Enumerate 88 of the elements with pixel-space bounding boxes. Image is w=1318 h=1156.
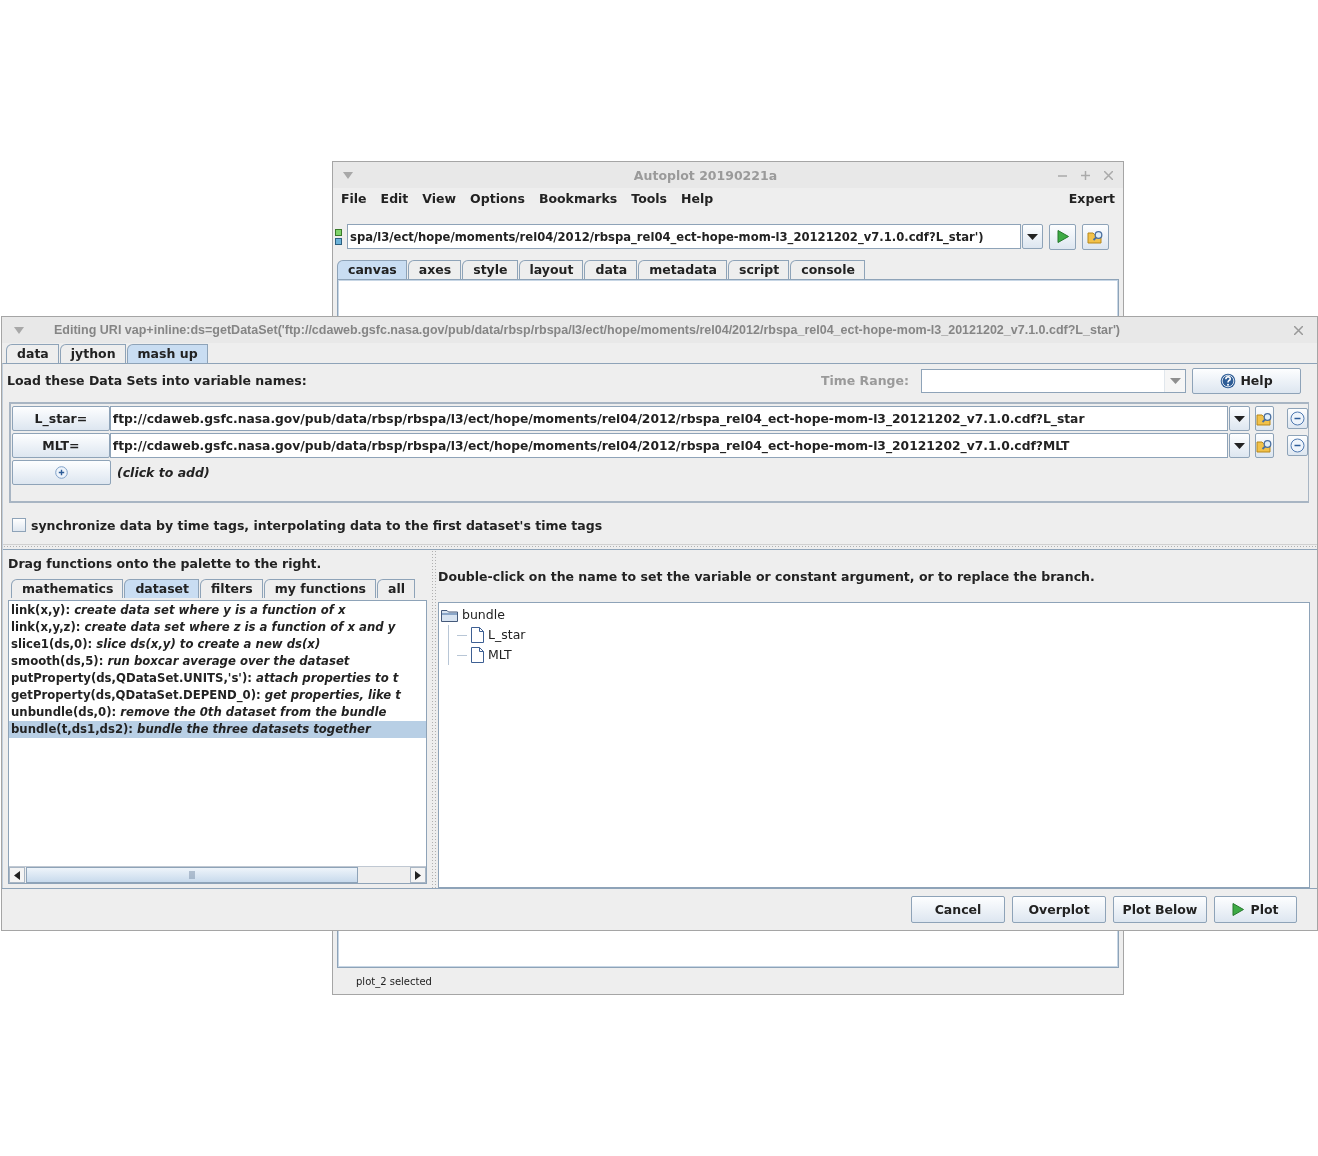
menu-item[interactable]: File: [341, 191, 367, 206]
dropdown-arrow-icon: [1233, 415, 1245, 422]
tab[interactable]: layout: [518, 260, 584, 279]
checkbox-label: synchronize data by time tags, interpolating data to the first dataset's time tags: [31, 517, 603, 533]
help-icon: [1220, 372, 1237, 389]
folder-search-icon: [1087, 228, 1104, 245]
tab[interactable]: jython: [59, 344, 126, 363]
window-title: Autoplot 20190221a: [632, 167, 779, 183]
uri-field[interactable]: ftp://cdaweb.gsfc.nasa.gov/pub/data/rbsp/rbspa/l3/ect/hope/moments/rel04/2012/rbspa_rel04_ect-hope-mom-l3_20121202_v7.1.0.cdf?MLT: [109, 433, 1228, 458]
plot-button[interactable]: Plot: [1214, 896, 1297, 923]
tree-item[interactable]: MLT: [488, 647, 512, 663]
remove-button[interactable]: [1287, 408, 1308, 429]
tab[interactable]: style: [462, 260, 518, 279]
palette-hint: Drag functions onto the palette to the right.: [8, 556, 323, 571]
palette-instructions: Double-click on the name to set the variable or constant argument, or to replace the branch.: [438, 568, 1095, 584]
folder-search-icon: [1255, 410, 1273, 427]
dropdown-arrow-icon: [1233, 442, 1245, 449]
tab[interactable]: data: [584, 260, 638, 279]
tab[interactable]: console: [790, 260, 865, 279]
variable-name-button[interactable]: MLT=: [12, 433, 110, 458]
time-range-label: Time Range:: [820, 373, 909, 388]
play-icon: [1232, 903, 1245, 916]
menu-item[interactable]: Expert: [1068, 191, 1115, 206]
checkbox[interactable]: [12, 518, 26, 532]
folder-search-icon: [1255, 437, 1273, 454]
section-label: Load these Data Sets into variable names:: [7, 373, 307, 388]
status-text: plot_2 selected: [356, 975, 432, 987]
browse-button[interactable]: [1254, 433, 1275, 458]
status-lights-icon: [335, 227, 343, 246]
tab[interactable]: data: [6, 344, 59, 363]
add-hint: (click to add): [117, 465, 210, 480]
function-item[interactable]: getProperty(ds,QDataSet.DEPEND_0): get properties, like t: [9, 687, 426, 704]
minus-icon: [1290, 438, 1306, 453]
plus-icon: [55, 466, 68, 479]
add-button[interactable]: [12, 460, 111, 485]
scroll-right-icon[interactable]: [415, 870, 421, 880]
grip-icon[interactable]: [189, 871, 195, 879]
function-item[interactable]: unbundle(ds,0): remove the 0th dataset from the bundle: [9, 704, 426, 721]
menu-item[interactable]: Edit: [380, 191, 409, 206]
tab[interactable]: dataset: [124, 579, 200, 598]
help-button[interactable]: Help: [1192, 367, 1301, 394]
horizontal-scrollbar[interactable]: [9, 866, 426, 883]
close-icon[interactable]: [1294, 325, 1303, 335]
dialog-button[interactable]: Cancel: [911, 896, 1005, 923]
tab[interactable]: mathematics: [11, 579, 124, 598]
uri-field[interactable]: ftp://cdaweb.gsfc.nasa.gov/pub/data/rbsp/rbspa/l3/ect/hope/moments/rel04/2012/rbspa_rel04_ect-hope-mom-l3_20121202_v7.1.0.cdf?L_star: [109, 406, 1228, 431]
document-icon: [471, 647, 484, 663]
function-item[interactable]: slice1(ds,0): slice ds(x,y) to create a new ds(x): [9, 636, 426, 653]
tab[interactable]: mash up: [126, 344, 208, 363]
uri-field[interactable]: spa/l3/ect/hope/moments/rel04/2012/rbspa_rel04_ect-hope-mom-l3_20121202_v7.1.0.cdf?L_star'): [347, 224, 1021, 249]
menu-item[interactable]: Tools: [631, 191, 668, 206]
function-item[interactable]: smooth(ds,5): run boxcar average over the dataset: [9, 653, 426, 670]
tab[interactable]: metadata: [638, 260, 727, 279]
browse-button[interactable]: [1254, 406, 1275, 431]
folder-icon: [441, 608, 458, 622]
remove-button[interactable]: [1287, 435, 1308, 456]
function-item[interactable]: link(x,y,z): create data set where z is a function of x and y: [9, 619, 426, 636]
plot-button[interactable]: [1049, 223, 1076, 250]
function-item[interactable]: link(x,y): create data set where y is a function of x: [9, 602, 426, 619]
tree-item[interactable]: bundle: [462, 607, 505, 623]
function-item[interactable]: putProperty(ds,QDataSet.UNITS,'s'): attach properties to t: [9, 670, 426, 687]
dropdown-button[interactable]: [1228, 406, 1250, 431]
menu-item[interactable]: Bookmarks: [538, 191, 618, 206]
menu-item[interactable]: View: [422, 191, 457, 206]
document-icon: [471, 627, 484, 643]
dialog-button[interactable]: Overplot: [1012, 896, 1106, 923]
time-range-combo[interactable]: [921, 368, 1186, 393]
play-icon: [1056, 230, 1069, 243]
function-item[interactable]: bundle(t,ds1,ds2): bundle the three datasets together: [9, 721, 426, 738]
dialog-title: Editing URI vap+inline:ds=getDataSet('ftp://cdaweb.gsfc.nasa.gov/pub/data/rbsp/rbspa/l3/ect/hope/moments/rel04/2012/rbspa_rel04_ect-hope-mom-l3_20121202_v7.1.0.cdf?L_star'): [53, 323, 1121, 337]
dropdown-arrow-icon: [1169, 377, 1181, 384]
tab[interactable]: all: [377, 579, 416, 598]
scroll-left-icon[interactable]: [14, 870, 20, 880]
tab[interactable]: axes: [407, 260, 462, 279]
variable-name-button[interactable]: L_star=: [12, 406, 110, 431]
minus-icon: [1290, 411, 1306, 426]
browse-button[interactable]: [1082, 223, 1109, 250]
tab[interactable]: script: [728, 260, 790, 279]
dialog-button[interactable]: Plot Below: [1113, 896, 1207, 923]
dropdown-arrow-icon: [1027, 233, 1038, 240]
menu-item[interactable]: Help: [681, 191, 714, 206]
menu-item[interactable]: Options: [470, 191, 525, 206]
dropdown-button[interactable]: [1228, 433, 1250, 458]
tab[interactable]: my functions: [263, 579, 377, 598]
tree-item[interactable]: L_star: [488, 627, 526, 643]
tab[interactable]: canvas: [337, 260, 407, 279]
dropdown-button[interactable]: [1022, 224, 1043, 249]
tab[interactable]: filters: [200, 579, 263, 598]
